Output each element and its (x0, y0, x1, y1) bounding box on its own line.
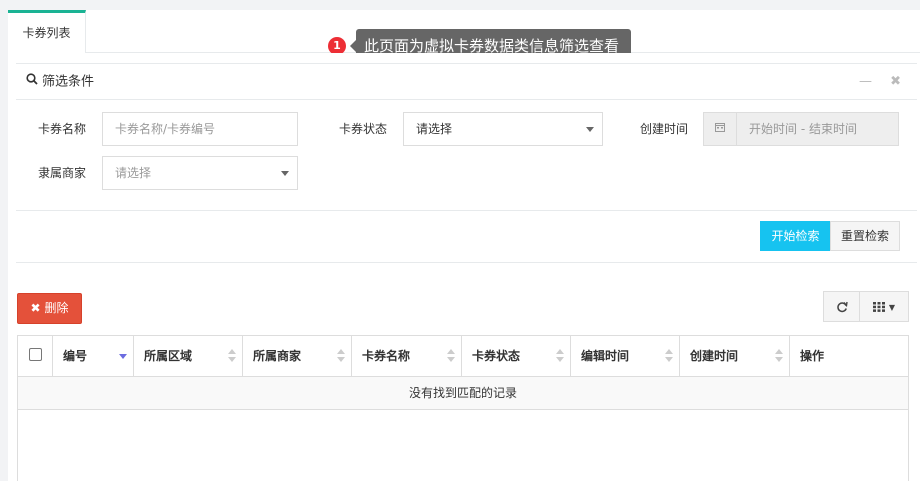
merchant-value: 请选择 (115, 166, 152, 180)
data-table: 编号 所属区域 所属商家 卡券名称 卡券状态 编辑时间 创建时间 操作 没有找到… (17, 335, 909, 481)
chevron-down-icon: ▼ (888, 303, 895, 312)
card-name-label: 卡券名称 (38, 122, 87, 136)
card-status-select[interactable]: 请选择 (403, 112, 603, 146)
refresh-icon (836, 299, 848, 313)
column-header-edit-time[interactable]: 编辑时间 (571, 336, 680, 376)
card-name-input[interactable]: 卡券名称/卡券编号 (102, 112, 298, 146)
divider (16, 262, 917, 263)
refresh-button[interactable] (823, 291, 860, 322)
close-icon[interactable]: ✖ (890, 74, 901, 89)
created-time-label: 创建时间 (640, 122, 689, 136)
close-icon: ✖ (30, 301, 41, 315)
column-header-region[interactable]: 所属区域 (134, 336, 243, 376)
card-status-value: 请选择 (416, 122, 453, 136)
sort-icon (665, 349, 673, 363)
sort-icon (775, 349, 783, 363)
chevron-down-icon (281, 171, 289, 176)
created-time-range[interactable]: 开始时间 - 结束时间 (703, 112, 899, 146)
tab-card-list[interactable]: 卡券列表 (8, 10, 86, 53)
filter-panel: 筛选条件 — ✖ 卡券名称 卡券名称/卡券编号 卡券状态 请选择 创建时间 开始… (16, 63, 917, 263)
created-time-placeholder: 开始时间 - 结束时间 (749, 122, 857, 136)
search-icon (26, 64, 38, 100)
card-status-label: 卡券状态 (339, 122, 388, 136)
sort-desc-icon (119, 349, 127, 363)
reset-button[interactable]: 重置检索 (830, 221, 900, 251)
delete-label: 删除 (44, 301, 69, 315)
page-content: 筛选条件 — ✖ 卡券名称 卡券名称/卡券编号 卡券状态 请选择 创建时间 开始… (8, 53, 920, 481)
merchant-select[interactable]: 请选择 (102, 156, 298, 190)
column-header-card-name[interactable]: 卡券名称 (352, 336, 462, 376)
sort-icon (228, 349, 236, 363)
table-header: 编号 所属区域 所属商家 卡券名称 卡券状态 编辑时间 创建时间 操作 (18, 336, 908, 377)
empty-message: 没有找到匹配的记录 (18, 377, 908, 410)
merchant-label: 隶属商家 (38, 166, 87, 180)
filter-panel-header: 筛选条件 — ✖ (16, 64, 917, 100)
chevron-down-icon (586, 127, 594, 132)
column-header-actions: 操作 (800, 349, 825, 363)
search-button[interactable]: 开始检索 (760, 221, 831, 251)
collapse-icon[interactable]: — (859, 74, 872, 89)
column-header-merchant[interactable]: 所属商家 (243, 336, 352, 376)
grid-icon (873, 299, 889, 313)
delete-button[interactable]: ✖ 删除 (17, 293, 82, 324)
filter-title: 筛选条件 (42, 74, 95, 90)
select-all-checkbox[interactable] (29, 348, 42, 361)
select-all-cell (18, 336, 53, 376)
sort-icon (337, 349, 345, 363)
divider (16, 210, 917, 211)
column-header-created-time[interactable]: 创建时间 (680, 336, 790, 376)
sort-icon (556, 349, 564, 363)
calendar-icon (704, 113, 737, 145)
sort-icon (447, 349, 455, 363)
column-header-id[interactable]: 编号 (53, 336, 134, 376)
columns-toggle-button[interactable]: ▼ (859, 291, 909, 322)
column-header-card-status[interactable]: 卡券状态 (462, 336, 571, 376)
